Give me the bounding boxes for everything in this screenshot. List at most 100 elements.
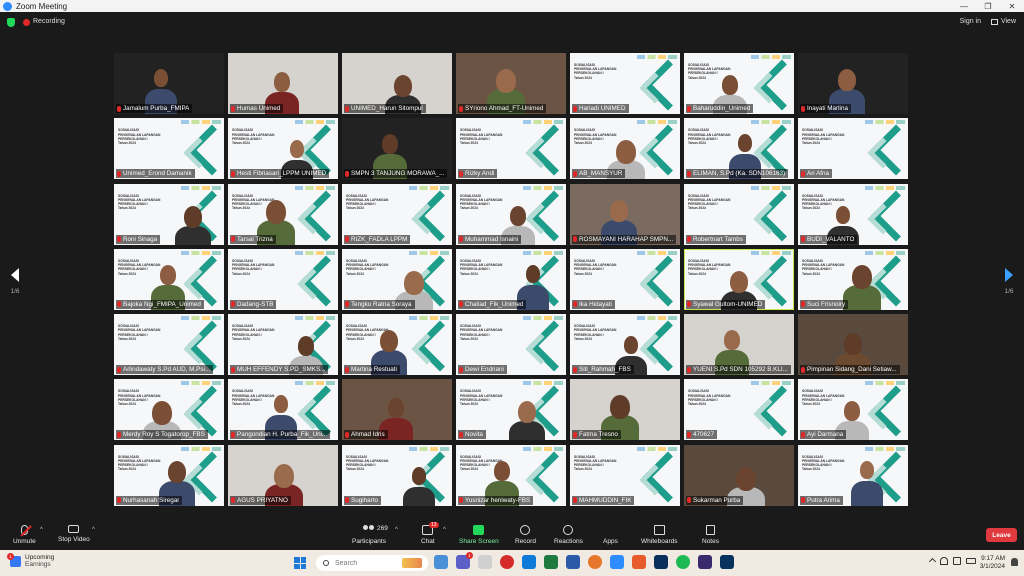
participant-tile[interactable]: SOSIALISASI PENGENALAN LAPANGAN PERSEKOL… xyxy=(684,53,794,114)
photoshop-icon[interactable] xyxy=(654,555,668,569)
speaker-icon[interactable] xyxy=(953,557,961,565)
participant-tile[interactable]: SOSIALISASI PENGENALAN LAPANGAN PERSEKOL… xyxy=(798,118,908,180)
maximize-button[interactable]: ❐ xyxy=(976,0,1000,12)
unmute-button[interactable]: Unmute xyxy=(13,525,36,545)
notification-bell-icon[interactable] xyxy=(1011,558,1018,566)
taskbar-search[interactable] xyxy=(316,555,428,571)
file-explorer-icon[interactable] xyxy=(544,555,558,569)
participant-tile[interactable]: SOSIALISASI PENGENALAN LAPANGAN PERSEKOL… xyxy=(684,183,794,245)
tray-chevron-icon[interactable] xyxy=(928,557,937,565)
participant-tile[interactable]: SOSIALISASI PENGENALAN LAPANGAN PERSEKOL… xyxy=(456,314,566,376)
close-button[interactable]: ✕ xyxy=(1000,0,1024,12)
participant-tile[interactable]: SMPN 3 TANJUNG MORAWA_... xyxy=(342,118,452,180)
leave-button[interactable]: Leave xyxy=(986,528,1017,542)
taskbar-clock[interactable]: 9:17 AM 3/1/2024 xyxy=(980,555,1005,571)
participant-tile[interactable]: SOSIALISASI PENGENALAN LAPANGAN PERSEKOL… xyxy=(228,248,338,310)
participant-tile[interactable]: Ahmad Idris xyxy=(342,379,452,441)
stop-video-button[interactable]: Stop Video xyxy=(58,525,90,543)
previous-page-button[interactable]: 1/6 xyxy=(3,268,27,295)
task-view-icon[interactable] xyxy=(478,555,492,569)
record-button[interactable]: Record xyxy=(515,525,536,545)
opera-icon[interactable] xyxy=(500,555,514,569)
participant-tile[interactable]: SOSIALISASI PENGENALAN LAPANGAN PERSEKOL… xyxy=(228,379,338,441)
participant-tile[interactable]: SOSIALISASI PENGENALAN LAPANGAN PERSEKOL… xyxy=(342,444,452,506)
participant-tile[interactable]: SOSIALISASI PENGENALAN LAPANGAN PERSEKOL… xyxy=(684,118,794,180)
participant-tile[interactable]: SOSIALISASI PENGENALAN LAPANGAN PERSEKOL… xyxy=(114,314,224,376)
participant-tile[interactable]: ROSMAYANI HARAHAP SMPN... xyxy=(570,183,680,245)
participant-tile[interactable]: SOSIALISASI PENGENALAN LAPANGAN PERSEKOL… xyxy=(570,444,680,506)
participant-tile[interactable]: Humas Unimed xyxy=(228,53,338,114)
participant-tile[interactable]: SOSIALISASI PENGENALAN LAPANGAN PERSEKOL… xyxy=(114,379,224,441)
participant-tile[interactable]: Pimpinan Sidang_Dani Setiaw... xyxy=(798,314,908,376)
participant-tile[interactable]: SOSIALISASI PENGENALAN LAPANGAN PERSEKOL… xyxy=(570,314,680,376)
participant-tile[interactable]: SOSIALISASI PENGENALAN LAPANGAN PERSEKOL… xyxy=(342,183,452,245)
wifi-icon[interactable] xyxy=(940,557,948,565)
notes-button[interactable]: Notes xyxy=(702,525,719,545)
participant-name: Sukarman Purba xyxy=(693,496,741,504)
search-input[interactable] xyxy=(335,559,405,567)
participant-tile[interactable]: SOSIALISASI PENGENALAN LAPANGAN PERSEKOL… xyxy=(798,183,908,245)
share-screen-button[interactable]: Share Screen xyxy=(459,525,499,545)
participant-tile[interactable]: Fatma Tresno xyxy=(570,379,680,441)
participant-tile[interactable]: UNIMED_Harun Sitompul xyxy=(342,53,452,114)
participant-tile[interactable]: SOSIALISASI PENGENALAN LAPANGAN PERSEKOL… xyxy=(456,183,566,245)
audio-options-chevron-icon[interactable]: ^ xyxy=(40,527,43,533)
widgets-button[interactable]: 1 Upcoming Earnings xyxy=(7,553,54,568)
teams-icon[interactable]: 1 xyxy=(456,552,473,569)
reactions-button[interactable]: Reactions xyxy=(554,525,583,545)
word-icon[interactable] xyxy=(566,555,580,569)
brave-icon[interactable] xyxy=(632,555,646,569)
view-button[interactable]: View xyxy=(990,18,1016,25)
participant-tile[interactable]: Inayati Marlina xyxy=(798,53,908,114)
participant-tile[interactable]: SOSIALISASI PENGENALAN LAPANGAN PERSEKOL… xyxy=(228,183,338,245)
photoshop-2-icon[interactable] xyxy=(720,555,734,569)
video-options-chevron-icon[interactable]: ^ xyxy=(92,527,95,533)
participant-tile[interactable]: SOSIALISASI PENGENALAN LAPANGAN PERSEKOL… xyxy=(342,248,452,310)
zoom-app-icon xyxy=(3,1,12,11)
chat-button[interactable]: Chat xyxy=(421,525,435,545)
participant-tile[interactable]: Jamalum Purba_FMIPA xyxy=(114,53,224,114)
participant-tile[interactable]: SOSIALISASI PENGENALAN LAPANGAN PERSEKOL… xyxy=(456,118,566,180)
participant-tile[interactable]: YUENI S.Pd SDN 105292 B.KLI... xyxy=(684,314,794,376)
participant-tile[interactable]: SOSIALISASI PENGENALAN LAPANGAN PERSEKOL… xyxy=(798,379,908,441)
edge-icon[interactable] xyxy=(522,555,536,569)
participant-tile[interactable]: AGUS PRIYATNO xyxy=(228,444,338,506)
participant-tile[interactable]: SOSIALISASI PENGENALAN LAPANGAN PERSEKOL… xyxy=(228,314,338,376)
participant-tile[interactable]: SOSIALISASI PENGENALAN LAPANGAN PERSEKOL… xyxy=(114,248,224,310)
participant-name: Tengku Ratna Soraya xyxy=(351,300,412,308)
participant-tile[interactable]: SOSIALISASI PENGENALAN LAPANGAN PERSEKOL… xyxy=(798,248,908,310)
participant-tile[interactable]: SOSIALISASI PENGENALAN LAPANGAN PERSEKOL… xyxy=(456,248,566,310)
participant-tile[interactable]: SOSIALISASI PENGENALAN LAPANGAN PERSEKOL… xyxy=(342,314,452,376)
participant-tile[interactable]: SOSIALISASI PENGENALAN LAPANGAN PERSEKOL… xyxy=(684,248,794,310)
zoom-taskbar-icon[interactable] xyxy=(610,555,624,569)
spotify-icon[interactable] xyxy=(676,555,690,569)
participant-tile[interactable]: SOSIALISASI PENGENALAN LAPANGAN PERSEKOL… xyxy=(114,444,224,506)
chat-options-chevron-icon[interactable]: ^ xyxy=(443,527,446,533)
participant-tile[interactable]: SOSIALISASI PENGENALAN LAPANGAN PERSEKOL… xyxy=(114,183,224,245)
participant-tile[interactable]: SOSIALISASI PENGENALAN LAPANGAN PERSEKOL… xyxy=(228,118,338,180)
participant-tile[interactable]: SYriono Ahmad_FT-Unimed xyxy=(456,53,566,114)
sign-in-button[interactable]: Sign in xyxy=(960,18,981,25)
whiteboards-button[interactable]: Whiteboards xyxy=(641,525,678,545)
participants-options-chevron-icon[interactable]: ^ xyxy=(395,527,398,533)
participant-tile[interactable]: SOSIALISASI PENGENALAN LAPANGAN PERSEKOL… xyxy=(570,53,680,114)
participant-tile[interactable]: SOSIALISASI PENGENALAN LAPANGAN PERSEKOL… xyxy=(798,444,908,506)
firefox-icon[interactable] xyxy=(588,555,602,569)
copilot-icon[interactable] xyxy=(434,555,448,569)
apps-button[interactable]: Apps xyxy=(603,525,618,545)
minimize-button[interactable]: — xyxy=(952,0,976,12)
participant-tile[interactable]: SOSIALISASI PENGENALAN LAPANGAN PERSEKOL… xyxy=(570,248,680,310)
participant-tile[interactable]: SOSIALISASI PENGENALAN LAPANGAN PERSEKOL… xyxy=(114,118,224,180)
recording-label[interactable]: Recording xyxy=(33,18,65,25)
battery-icon[interactable] xyxy=(966,558,976,564)
participant-tile[interactable]: SOSIALISASI PENGENALAN LAPANGAN PERSEKOL… xyxy=(570,118,680,180)
participant-tile[interactable]: SOSIALISASI PENGENALAN LAPANGAN PERSEKOL… xyxy=(684,379,794,441)
participant-tile[interactable]: Sukarman Purba xyxy=(684,444,794,506)
participant-face xyxy=(394,75,412,97)
windows-start-icon[interactable] xyxy=(294,557,306,569)
participant-tile[interactable]: SOSIALISASI PENGENALAN LAPANGAN PERSEKOL… xyxy=(456,444,566,506)
next-page-button[interactable]: 1/6 xyxy=(997,268,1021,295)
participant-tile[interactable]: SOSIALISASI PENGENALAN LAPANGAN PERSEKOL… xyxy=(456,379,566,441)
security-shield-icon[interactable] xyxy=(7,18,15,27)
premiere-icon[interactable] xyxy=(698,555,712,569)
